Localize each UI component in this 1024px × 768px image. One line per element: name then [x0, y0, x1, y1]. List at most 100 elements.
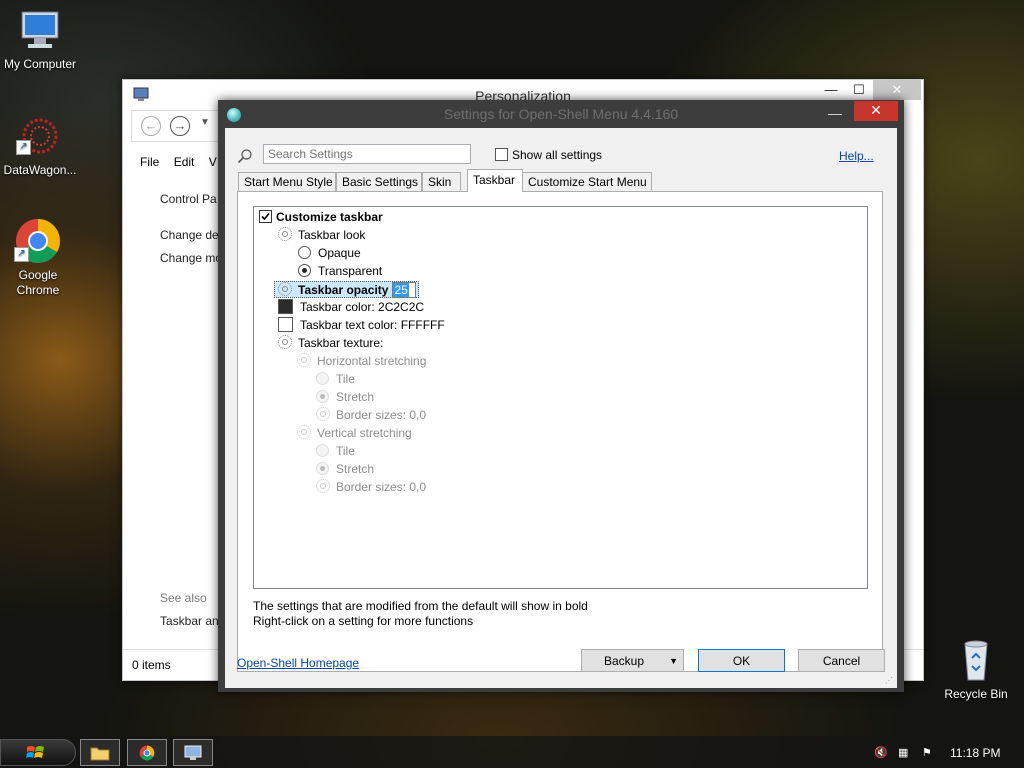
vertical-stretch-option[interactable]: Stretch [316, 460, 374, 478]
transparent-option[interactable]: Transparent [298, 262, 382, 280]
minimize-button[interactable]: — [817, 80, 845, 100]
desktop-icon-recycle-bin[interactable]: Recycle Bin [936, 636, 1016, 702]
resize-grip-icon[interactable]: ⋰ [885, 676, 893, 685]
taskbar-look-row[interactable]: Taskbar look [278, 226, 365, 244]
opaque-label: Opaque [318, 246, 361, 260]
taskbar-text-color-swatch[interactable] [278, 317, 293, 332]
help-link[interactable]: Help... [839, 149, 874, 163]
settings-dialog[interactable]: Settings for Open-Shell Menu 4.4.160 — ✕… [218, 100, 904, 692]
transparent-radio[interactable] [298, 264, 311, 277]
taskbar-opacity-value: 25 [393, 283, 409, 297]
gear-icon [278, 282, 292, 296]
vertical-stretch-radio[interactable] [316, 462, 329, 475]
taskbar-look-label: Taskbar look [298, 228, 366, 242]
desktop-icon-datawagon[interactable]: ↗ DataWagon... [0, 112, 80, 178]
horizontal-stretch-radio[interactable] [316, 390, 329, 403]
menu-edit[interactable]: Edit [174, 155, 195, 169]
desktop-icon-label-line2: Chrome [16, 283, 60, 297]
taskbar-color-swatch[interactable] [278, 299, 293, 314]
vertical-tile-radio[interactable] [316, 444, 329, 457]
horizontal-border-sizes-row[interactable]: Border sizes: 0,0 [316, 406, 426, 424]
tab-taskbar[interactable]: Taskbar [467, 169, 523, 192]
horizontal-stretching-row[interactable]: Horizontal stretching [297, 352, 426, 370]
open-shell-homepage-link[interactable]: Open-Shell Homepage [237, 656, 359, 670]
taskbar-opacity-input[interactable]: 25 [392, 282, 417, 298]
recycle-bin-icon [964, 640, 988, 681]
cancel-button[interactable]: Cancel [798, 649, 885, 672]
taskbar: 🔇 ▦ ⚑ 11:18 PM [0, 736, 1024, 768]
windows-logo-icon [26, 746, 44, 758]
taskbar-control-panel[interactable] [173, 739, 213, 766]
taskbar-texture-row[interactable]: Taskbar texture: [278, 334, 383, 352]
search-input[interactable] [263, 144, 471, 164]
opaque-option[interactable]: Opaque [298, 244, 361, 262]
desktop-icon-label: DataWagon... [3, 163, 77, 177]
close-button[interactable]: ✕ [873, 80, 921, 100]
right-click-note: Right-click on a setting for more functi… [253, 614, 474, 628]
left-link-taskbar[interactable]: Taskbar an [160, 614, 219, 628]
checkbox[interactable] [495, 148, 508, 161]
close-button[interactable]: ✕ [854, 101, 898, 121]
gear-icon [316, 479, 330, 493]
chevron-down-icon[interactable]: ▼ [200, 117, 210, 128]
checkmark-icon [261, 212, 270, 221]
taskbar-color-row[interactable]: Taskbar color: 2C2C2C [278, 298, 424, 316]
search-icon [237, 149, 252, 164]
vertical-border-sizes-row[interactable]: Border sizes: 0,0 [316, 478, 426, 496]
customize-taskbar-checkbox[interactable] [259, 210, 272, 223]
taskbar-file-explorer[interactable] [80, 739, 120, 766]
menu-view[interactable]: V [209, 155, 217, 169]
horizontal-stretch-option[interactable]: Stretch [316, 388, 374, 406]
taskbar-clock[interactable]: 11:18 PM [950, 746, 1000, 760]
bold-settings-note: The settings that are modified from the … [253, 599, 588, 613]
desktop-icon-label: Recycle Bin [944, 687, 1008, 701]
shortcut-arrow-icon: ↗ [14, 247, 29, 262]
horizontal-tile-label: Tile [336, 372, 355, 386]
menu-file[interactable]: File [140, 155, 159, 169]
settings-tree[interactable]: Customize taskbar Taskbar look Opaque Tr… [253, 206, 868, 589]
taskbar-chrome[interactable] [127, 739, 167, 766]
left-link-change-mouse[interactable]: Change mo [160, 251, 222, 265]
action-center-icon[interactable]: ⚑ [922, 746, 936, 759]
opaque-radio[interactable] [298, 246, 311, 259]
vertical-stretching-row[interactable]: Vertical stretching [297, 424, 412, 442]
desktop-icon-my-computer[interactable]: My Computer [0, 8, 80, 72]
backup-button[interactable]: Backup ▼ [581, 649, 684, 672]
gear-icon [297, 353, 311, 367]
status-items-count: 0 items [132, 658, 171, 672]
taskbar-opacity-row[interactable]: Taskbar opacity 25 [274, 281, 420, 298]
transparent-label: Transparent [318, 264, 383, 278]
menu-bar: File Edit V [140, 155, 228, 169]
gear-icon [316, 407, 330, 421]
horizontal-stretching-label: Horizontal stretching [317, 354, 427, 368]
forward-button[interactable]: → [170, 116, 190, 136]
tab-start-menu-style[interactable]: Start Menu Style [238, 172, 336, 191]
taskbar-text-color-row[interactable]: Taskbar text color: FFFFFF [278, 316, 445, 334]
desktop-icon-google-chrome[interactable]: ↗ Google Chrome [0, 217, 78, 298]
volume-muted-icon[interactable]: 🔇 [874, 746, 888, 759]
back-button[interactable]: ← [141, 116, 161, 136]
horizontal-tile-radio[interactable] [316, 372, 329, 385]
taskbar-text-color-label: Taskbar text color: FFFFFF [300, 318, 445, 332]
left-pane: Control Pa Change de Change mo See also … [131, 180, 231, 650]
dialog-titlebar[interactable]: Settings for Open-Shell Menu 4.4.160 — ✕ [218, 100, 904, 128]
vertical-tile-option[interactable]: Tile [316, 442, 355, 460]
taskbar-texture-label: Taskbar texture: [298, 336, 384, 350]
minimize-button[interactable]: — [822, 104, 848, 122]
gear-icon [297, 425, 311, 439]
tab-basic-settings[interactable]: Basic Settings [336, 172, 422, 191]
backup-label: Backup [604, 654, 645, 668]
left-link-change-desktop[interactable]: Change de [160, 228, 219, 242]
tab-skin[interactable]: Skin [422, 172, 461, 191]
taskbar-opacity-label: Taskbar opacity [298, 283, 389, 297]
ok-button[interactable]: OK [698, 649, 785, 672]
network-icon[interactable]: ▦ [898, 746, 912, 759]
start-button[interactable] [0, 739, 76, 766]
left-link-control-panel[interactable]: Control Pa [160, 192, 217, 206]
tab-customize-start-menu[interactable]: Customize Start Menu [522, 172, 652, 191]
customize-taskbar-row[interactable]: Customize taskbar [259, 208, 383, 226]
show-all-settings-checkbox[interactable]: Show all settings [495, 148, 602, 162]
gear-icon [278, 227, 292, 241]
maximize-button[interactable]: ☐ [845, 80, 873, 100]
horizontal-tile-option[interactable]: Tile [316, 370, 355, 388]
